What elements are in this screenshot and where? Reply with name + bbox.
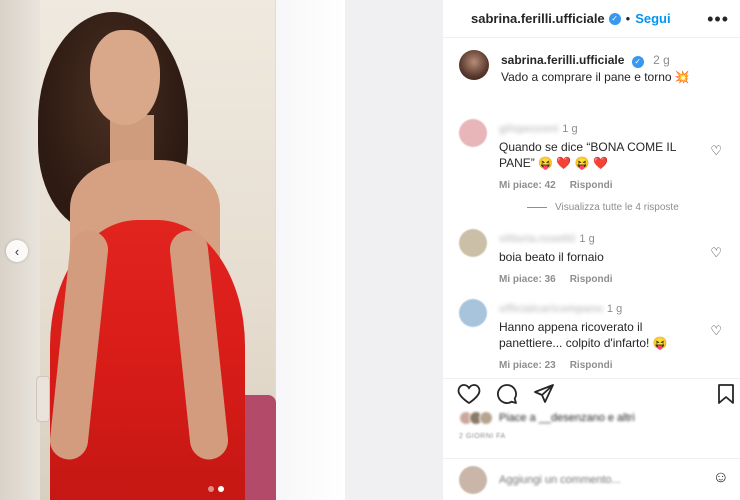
photo-background-right	[345, 0, 442, 500]
caption-time: 2 g	[653, 53, 670, 67]
post-actions-bar	[443, 378, 740, 410]
comment-username[interactable]: gilspezzoni	[499, 123, 558, 135]
add-comment-bar: ☺	[443, 458, 740, 500]
comment-time: 1 g	[606, 303, 623, 315]
reply-button[interactable]: Rispondi	[570, 274, 613, 285]
heart-icon[interactable]	[457, 383, 481, 410]
emoji-icon[interactable]: ☺	[713, 469, 729, 487]
avatar[interactable]	[459, 229, 487, 257]
avatar	[479, 411, 493, 425]
comment-item: gilspezzoni 1 g Quando se dice “BONA COME…	[459, 119, 739, 191]
view-replies-label: Visualizza tutte le 4 risposte	[555, 202, 679, 213]
comment-likes[interactable]: Mi piace: 42	[499, 180, 556, 191]
comment-username[interactable]: officialcaricompano	[499, 303, 603, 315]
comment-icon[interactable]	[496, 383, 518, 410]
comment-time: 1 g	[562, 123, 578, 135]
avatar[interactable]	[459, 299, 487, 327]
header-username[interactable]: sabrina.ferilli.ufficiale	[471, 11, 605, 26]
post-media[interactable]: ‹	[0, 0, 442, 500]
replies-line	[527, 207, 547, 208]
comment-item: vittoria.rosettii 1 g boia beato il forna…	[459, 229, 739, 285]
comment-text: Quando se dice “BONA COME IL PANE” 😝 ❤️ …	[499, 140, 676, 170]
view-replies-link[interactable]: Visualizza tutte le 4 risposte	[527, 202, 679, 213]
comment-likes[interactable]: Mi piace: 23	[499, 360, 556, 371]
comment-input[interactable]	[499, 473, 699, 486]
photo-subject	[30, 0, 260, 500]
avatar	[459, 465, 487, 494]
carousel-dots	[208, 486, 224, 492]
avatar[interactable]	[459, 119, 487, 147]
instagram-post-modal: ‹ sabrina.ferilli.ufficiale ✓ • Segui ••…	[0, 0, 740, 500]
post-date: 2 GIORNI FA	[459, 433, 506, 440]
verified-badge-icon: ✓	[608, 12, 621, 25]
comment-heart-icon[interactable]: ♡	[710, 245, 722, 261]
comment-likes[interactable]: Mi piace: 36	[499, 274, 556, 285]
comment-username[interactable]: vittoria.rosettii	[499, 233, 575, 245]
comment-text: boia beato il fornaio	[499, 250, 604, 264]
caption-username[interactable]: sabrina.ferilli.ufficiale	[501, 53, 624, 67]
post-header: sabrina.ferilli.ufficiale ✓ • Segui •••	[443, 0, 740, 38]
likes-summary[interactable]: Piace a __desenzano e altri	[459, 411, 635, 425]
comment-item: officialcaricompano 1 g Hanno appena rico…	[459, 299, 739, 371]
caption-text: Vado a comprare il pane e torno 💥	[501, 70, 690, 84]
comment-heart-icon[interactable]: ♡	[710, 143, 722, 159]
photo-background-mirror	[275, 0, 345, 500]
share-icon[interactable]	[533, 383, 555, 410]
post-caption: sabrina.ferilli.ufficiale ✓ 2 g Vado a c…	[459, 50, 734, 86]
comment-time: 1 g	[579, 233, 595, 245]
more-options-icon[interactable]: •••	[707, 9, 729, 30]
header-separator: •	[625, 11, 631, 26]
post-sidebar: sabrina.ferilli.ufficiale ✓ • Segui ••• …	[442, 0, 740, 500]
follow-button[interactable]: Segui	[635, 11, 670, 26]
reply-button[interactable]: Rispondi	[570, 180, 613, 191]
verified-badge-icon: ✓	[631, 55, 644, 68]
reply-button[interactable]: Rispondi	[570, 360, 613, 371]
likes-text: Piace a __desenzano e altri	[499, 412, 635, 424]
carousel-dot-active	[218, 486, 224, 492]
comment-text: Hanno appena ricoverato il panettiere...…	[499, 320, 668, 350]
bookmark-icon[interactable]	[717, 383, 735, 410]
comment-heart-icon[interactable]: ♡	[710, 323, 722, 339]
chevron-left-icon[interactable]: ‹	[6, 240, 28, 262]
photo-face	[90, 30, 160, 125]
avatar[interactable]	[459, 50, 489, 80]
carousel-dot	[208, 486, 214, 492]
